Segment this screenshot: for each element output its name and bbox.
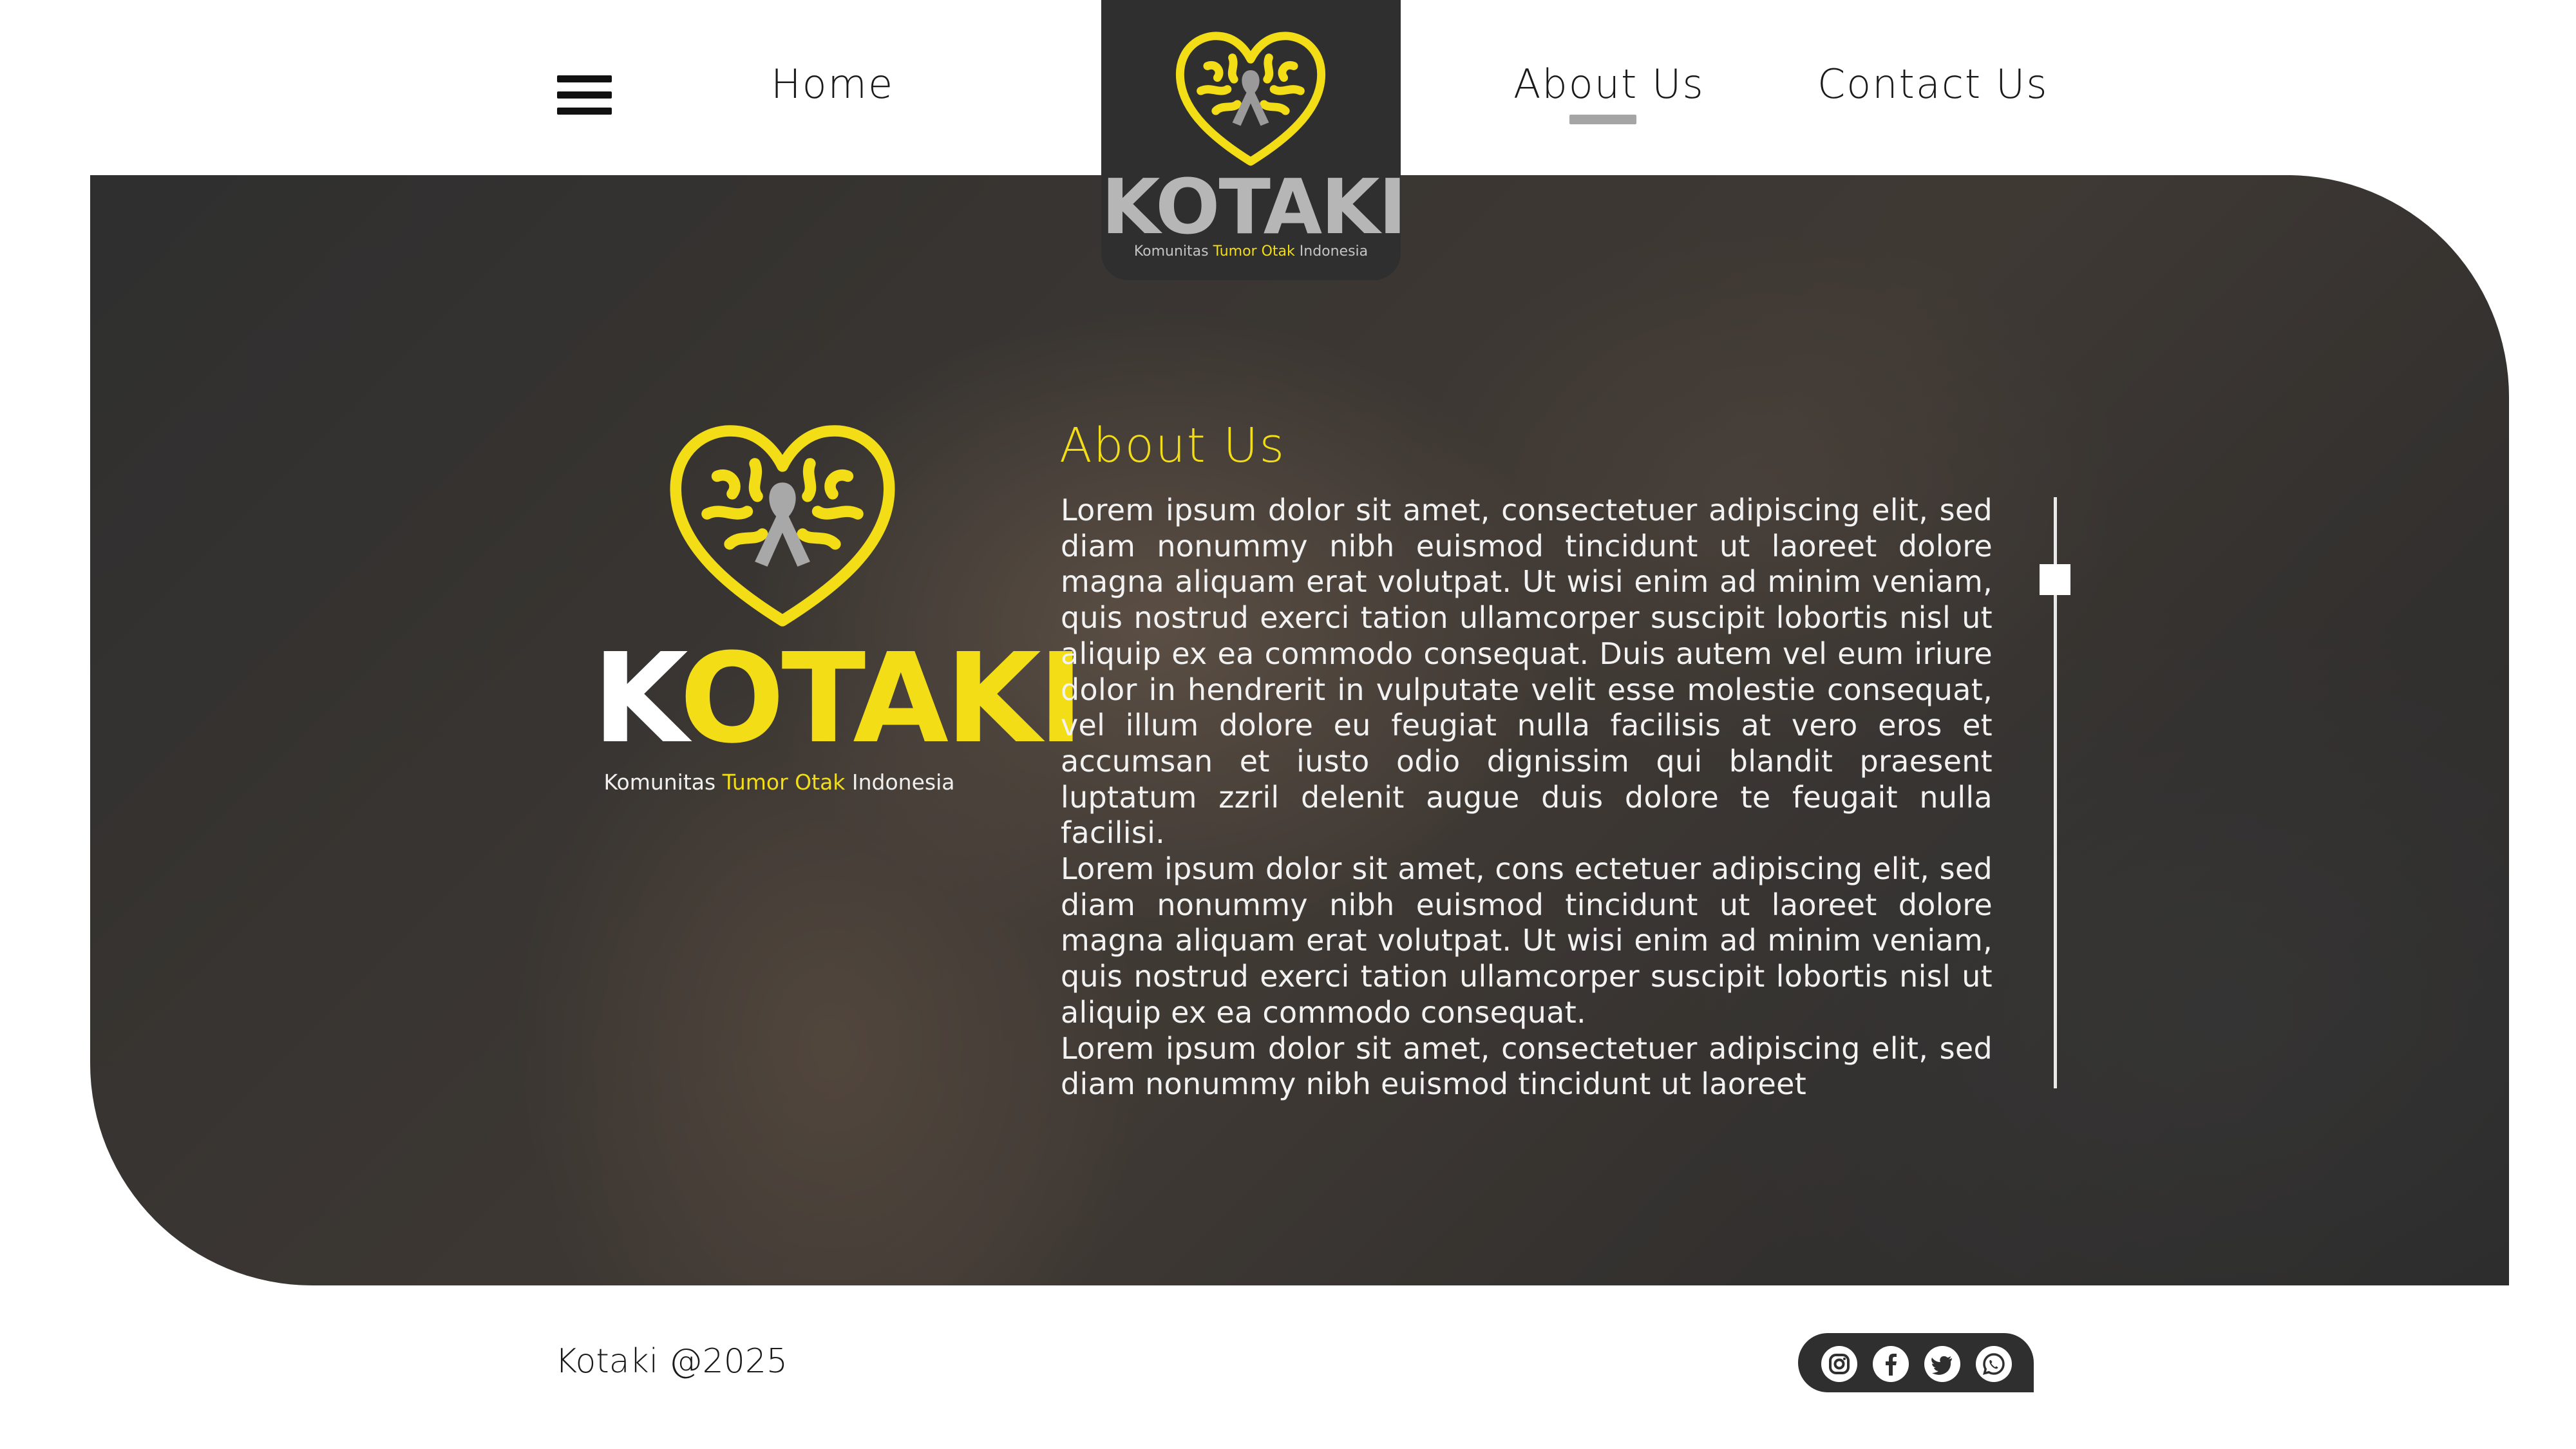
twitter-icon[interactable] [1924, 1346, 1960, 1382]
header-logo-tagline: Komunitas Tumor Otak Indonesia [1133, 243, 1368, 260]
about-paragraph: Lorem ipsum dolor sit amet, consectetuer… [1061, 1030, 1993, 1102]
hero-logo-tagline: Komunitas Tumor Otak Indonesia [603, 770, 955, 795]
whatsapp-icon[interactable] [1976, 1346, 2012, 1382]
nav-home-link[interactable]: Home [771, 64, 894, 104]
active-nav-indicator [1569, 115, 1636, 124]
brain-heart-logo-icon [670, 425, 895, 627]
about-paragraph: Lorem ipsum dolor sit amet, cons ectetue… [1061, 851, 1993, 1030]
facebook-icon[interactable] [1873, 1346, 1909, 1382]
hero-logo-wordmark: KOTAKI [592, 627, 1084, 771]
hero-logo: KOTAKI Komunitas Tumor Otak Indonesia [592, 413, 1084, 967]
header-logo-wordmark: KOTAKI [1101, 162, 1406, 251]
header-logo[interactable]: KOTAKI Komunitas Tumor Otak Indonesia [1101, 0, 1406, 280]
social-links-bar [1798, 1333, 2034, 1392]
hamburger-menu-icon[interactable] [557, 75, 612, 115]
nav-about-link[interactable]: About Us [1513, 64, 1705, 104]
brain-heart-logo-icon [1175, 32, 1326, 166]
about-heading: About Us [1059, 418, 1286, 473]
scrollbar-thumb[interactable] [2040, 564, 2070, 596]
nav-contact-link[interactable]: Contact Us [1817, 64, 2049, 104]
instagram-icon[interactable] [1821, 1346, 1857, 1382]
about-paragraph: Lorem ipsum dolor sit amet, consectetuer… [1061, 493, 1993, 851]
about-text: Lorem ipsum dolor sit amet, consectetuer… [1061, 493, 1993, 1103]
copyright-text: Kotaki @2025 [555, 1342, 788, 1381]
